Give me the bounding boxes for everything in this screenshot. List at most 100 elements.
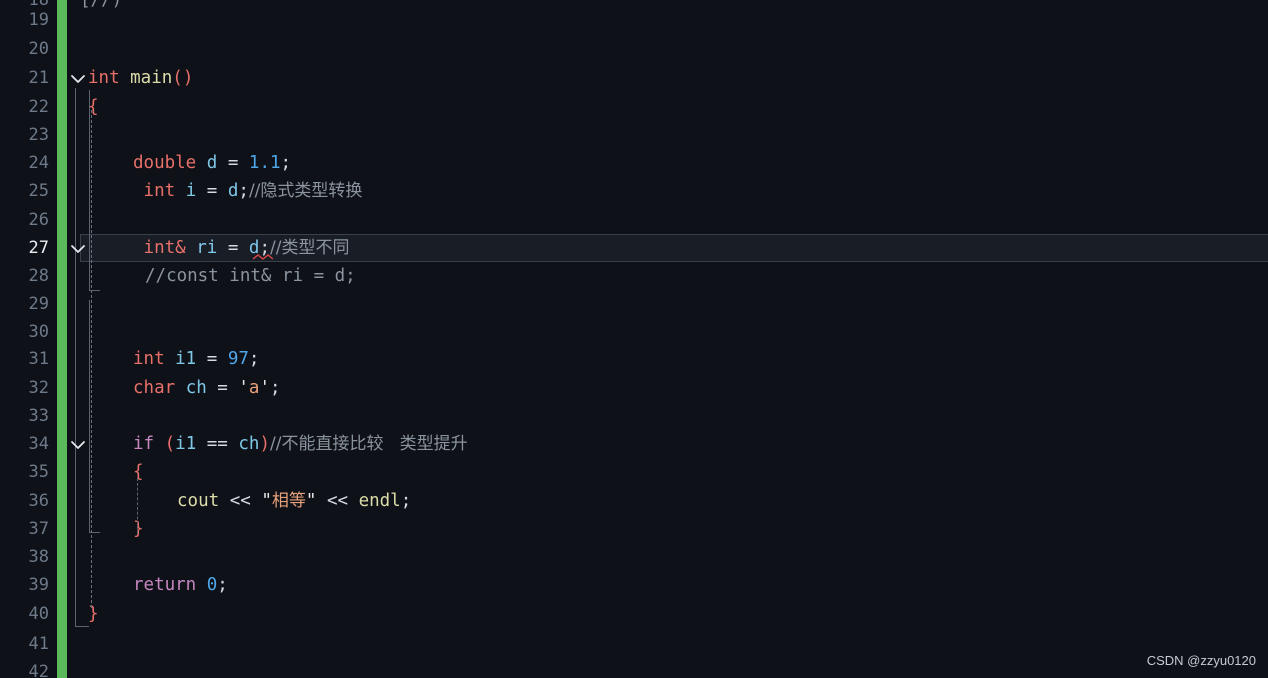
tok-1-1: 1.1 (248, 153, 281, 173)
tok-if: if (133, 434, 155, 454)
tok-char-literal: a (248, 378, 260, 398)
tok-equals-op: == (196, 434, 239, 454)
chevron-down-icon (71, 441, 85, 449)
tok-i: i (175, 181, 197, 201)
source-control-change-bar (57, 0, 67, 678)
tok-d: d (196, 153, 218, 173)
tok-assign: = (217, 153, 249, 173)
watermark: CSDN @zzyu0120 (1146, 653, 1256, 668)
tok-quote-close: ' (259, 378, 271, 398)
tok-ch: ch (175, 378, 207, 398)
tok-assign: = (217, 238, 249, 258)
code-line-37-text: } (133, 519, 144, 539)
tok-double: double (133, 153, 197, 173)
tok-string-literal: 相等 (271, 491, 306, 511)
tok-main: main (119, 68, 173, 88)
line-number-37: 37 (28, 519, 49, 539)
tok-endl: endl (358, 491, 401, 511)
code-line-25[interactable]: int i = d;//隐式类型转换 (0, 177, 1268, 206)
line-number-21: 21 (28, 68, 49, 88)
code-line-31[interactable]: int i1 = 97; (0, 345, 1268, 374)
tok-ri: ri (185, 238, 218, 258)
code-line-34[interactable]: if (i1 == ch)//不能直接比较 类型提升 (0, 430, 1268, 459)
tok-parens: () (172, 68, 194, 88)
code-line-32[interactable]: char ch = 'a'; (0, 374, 1268, 403)
tok-char: char (133, 378, 176, 398)
line-number-31: 31 (28, 349, 49, 369)
code-line-39[interactable]: return 0; (0, 571, 1268, 600)
tok-assign: = (196, 181, 228, 201)
line-number-30: 30 (28, 322, 49, 342)
code-editor[interactable]: [//) int main() { double d = 1.1; int i … (0, 0, 1268, 678)
fold-toggle-line-34[interactable] (68, 430, 88, 459)
code-line-18-text: [//) (80, 0, 123, 10)
tok-paren-open: ( (154, 434, 176, 454)
tok-stream-op: << (316, 491, 359, 511)
line-number-42: 42 (28, 662, 49, 678)
tok-i1: i1 (175, 434, 197, 454)
fold-toggle-line-21[interactable] (68, 64, 88, 93)
line-number-28: 28 (28, 266, 49, 286)
tok-quote-open: ' (238, 378, 249, 398)
code-line-31-text: int i1 = 97; (133, 345, 259, 374)
tok-assign: = (206, 378, 239, 398)
indent-guide-2 (137, 478, 138, 534)
tok-return: return (133, 575, 197, 595)
code-line-24[interactable]: double d = 1.1; (0, 149, 1268, 178)
line-number-19: 19 (28, 10, 49, 30)
tok-d: d (227, 181, 239, 201)
code-line-22[interactable]: { (0, 93, 1268, 122)
code-line-21[interactable]: int main() (0, 64, 1268, 93)
tok-semicolon: ; (400, 491, 412, 511)
tok-paren-close: ) (259, 434, 271, 454)
code-line-40-text: } (88, 604, 99, 624)
line-number-38: 38 (28, 547, 49, 567)
tok-assign: = (196, 349, 228, 369)
line-number-27: 27 (28, 238, 49, 258)
tok-comment: //不能直接比较 类型提升 (270, 434, 468, 454)
code-line-27[interactable]: int& ri = d;//类型不同 (0, 234, 1268, 263)
tok-0: 0 (196, 575, 218, 595)
line-number-24: 24 (28, 153, 49, 173)
tok-97: 97 (227, 349, 249, 369)
code-line-35[interactable]: { (0, 458, 1268, 487)
tok-int-ref: int& (143, 238, 186, 258)
code-line-24-text: double d = 1.1; (133, 149, 291, 178)
tok-quote-open: " (261, 491, 272, 511)
line-number-26: 26 (28, 210, 49, 230)
tok-comment: //隐式类型转换 (248, 181, 363, 201)
line-number-22: 22 (28, 97, 49, 117)
tok-semicolon: ; (238, 181, 249, 201)
line-number-36: 36 (28, 491, 49, 511)
tok-cout: cout (177, 491, 220, 511)
tok-semicolon: ; (270, 378, 281, 398)
code-line-36[interactable]: cout << "相等" << endl; (0, 487, 1268, 516)
tok-int: int (133, 349, 165, 369)
tok-indent (133, 238, 144, 258)
line-number-35: 35 (28, 462, 49, 482)
line-number-32: 32 (28, 378, 49, 398)
fold-bracket-main-end (75, 626, 89, 627)
code-line-32-text: char ch = 'a'; (133, 374, 281, 403)
line-number-33: 33 (28, 406, 49, 426)
tok-semicolon: ; (248, 349, 260, 369)
tok-i1: i1 (164, 349, 197, 369)
line-number-29: 29 (28, 294, 49, 314)
code-line-28[interactable]: //const int& ri = d; (0, 262, 1268, 291)
tok-int: int (143, 181, 176, 201)
line-number-23: 23 (28, 125, 49, 145)
code-line-40[interactable]: } (0, 600, 1268, 629)
tok-quote-close: " (305, 491, 317, 511)
code-line-37[interactable]: } (0, 515, 1268, 544)
line-number-39: 39 (28, 575, 49, 595)
chevron-down-icon (71, 245, 85, 253)
code-content[interactable]: [//) int main() { double d = 1.1; int i … (0, 0, 1268, 678)
line-number-34: 34 (28, 434, 49, 454)
fold-bracket-main (75, 88, 76, 626)
tok-ch: ch (238, 434, 260, 454)
tok-indent (133, 181, 144, 201)
fold-toggle-line-27[interactable] (68, 234, 88, 263)
code-line-18[interactable]: [//) (0, 0, 1268, 15)
tok-int: int (88, 68, 120, 88)
code-line-27-text: int& ri = d;//类型不同 (133, 234, 350, 263)
